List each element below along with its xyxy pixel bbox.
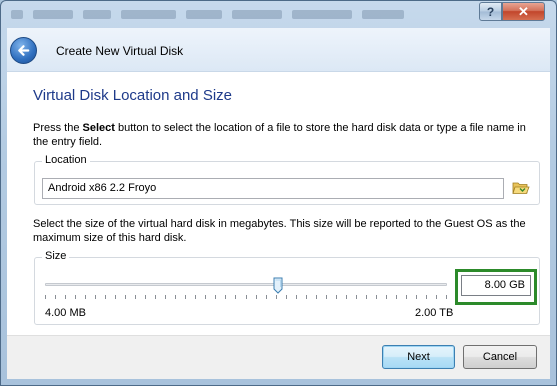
location-group-label: Location	[42, 154, 90, 166]
size-group-label: Size	[42, 250, 70, 262]
slider-tick	[286, 295, 287, 299]
slider-tick	[276, 295, 277, 299]
back-arrow-glyph	[18, 45, 30, 56]
dialog-title: Create New Virtual Disk	[56, 44, 184, 58]
slider-tick	[266, 295, 267, 299]
page-title: Virtual Disk Location and Size	[33, 87, 232, 104]
size-input[interactable]: 8.00 GB	[461, 275, 531, 296]
slider-tick	[65, 295, 66, 299]
slider-tick	[115, 295, 116, 299]
slider-tick	[356, 295, 357, 299]
slider-tick	[165, 295, 166, 299]
slider-tick	[396, 295, 397, 299]
slider-tick	[256, 295, 257, 299]
slider-tick	[235, 295, 236, 299]
slider-tick	[85, 295, 86, 299]
slider-tick	[225, 295, 226, 299]
slider-track	[45, 283, 447, 286]
slider-tick	[55, 295, 56, 299]
slider-tick	[185, 295, 186, 299]
slider-tick	[296, 295, 297, 299]
slider-tick	[386, 295, 387, 299]
slider-tick	[326, 295, 327, 299]
description-prefix: Press the	[33, 122, 83, 134]
slider-tick	[205, 295, 206, 299]
slider-tick	[246, 295, 247, 299]
description-bold: Select	[82, 122, 115, 134]
slider-tick	[95, 295, 96, 299]
size-description: Select the size of the virtual hard disk…	[33, 218, 526, 244]
wizard-header: Create New Virtual Disk	[7, 28, 550, 72]
slider-tick	[75, 295, 76, 299]
location-description: Press the Select button to select the lo…	[33, 121, 543, 149]
slider-tick	[175, 295, 176, 299]
slider-tick	[336, 295, 337, 299]
size-group: Size 4.00 MB 2.00 TB 8.00 GB	[34, 250, 540, 325]
slider-tick	[316, 295, 317, 299]
slider-tick	[105, 295, 106, 299]
size-max-label: 2.00 TB	[415, 307, 454, 319]
next-button[interactable]: Next	[382, 345, 455, 369]
slider-tick	[426, 295, 427, 299]
slider-tick	[406, 295, 407, 299]
size-input-highlight: 8.00 GB	[455, 269, 537, 305]
slider-tick	[416, 295, 417, 299]
blurred-title-bar	[11, 7, 411, 21]
help-button[interactable]: ?	[479, 2, 502, 21]
slider-tick	[376, 295, 377, 299]
slider-tick	[135, 295, 136, 299]
cancel-button[interactable]: Cancel	[463, 345, 537, 369]
slider-tick	[436, 295, 437, 299]
location-group: Location Android x86 2.2 Froyo	[34, 154, 540, 205]
button-bar: Next Cancel	[7, 335, 550, 379]
slider-tick	[446, 295, 447, 299]
back-arrow-icon[interactable]	[10, 37, 37, 64]
folder-open-icon[interactable]	[512, 180, 530, 196]
size-min-label: 4.00 MB	[45, 307, 86, 319]
location-input[interactable]: Android x86 2.2 Froyo	[42, 178, 504, 199]
wizard-content: Virtual Disk Location and Size Press the…	[7, 72, 550, 335]
slider-tick	[125, 295, 126, 299]
slider-tick	[346, 295, 347, 299]
slider-tick	[366, 295, 367, 299]
slider-tick	[45, 295, 46, 299]
slider-tick	[215, 295, 216, 299]
slider-tick	[155, 295, 156, 299]
size-slider[interactable]	[45, 277, 447, 299]
slider-thumb[interactable]	[273, 277, 283, 294]
slider-tick	[306, 295, 307, 299]
slider-tick	[145, 295, 146, 299]
slider-tick	[195, 295, 196, 299]
close-button[interactable]: ✕	[502, 2, 545, 21]
